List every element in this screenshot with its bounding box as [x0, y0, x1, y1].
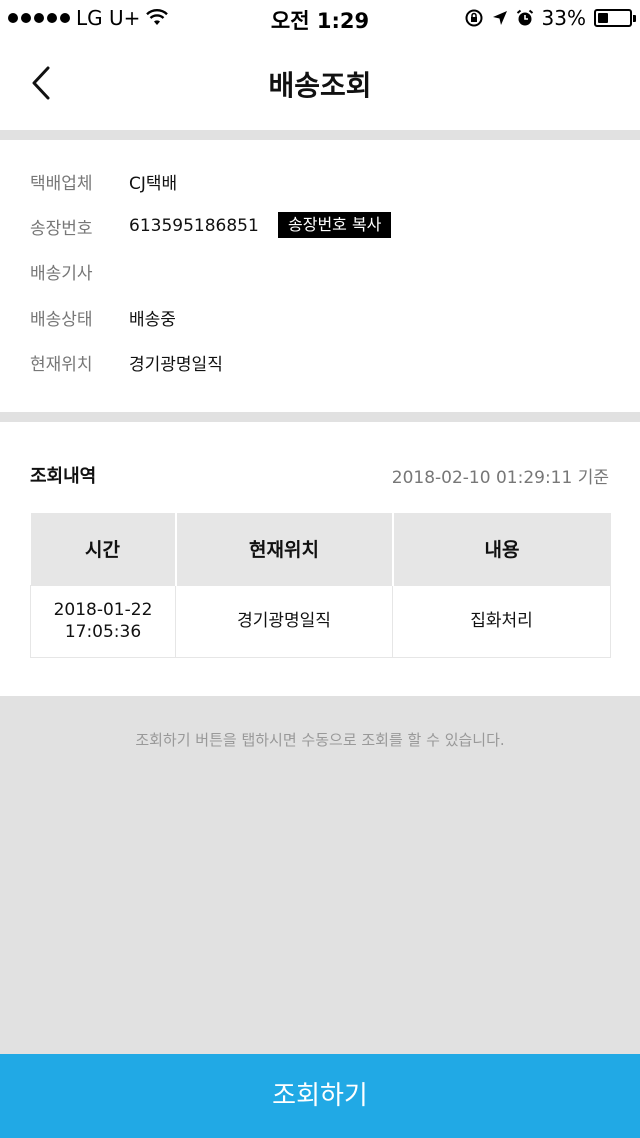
info-value: 경기광명일직: [129, 354, 223, 375]
rotation-lock-icon: [465, 9, 483, 27]
info-value: 613595186851: [129, 216, 259, 236]
location-arrow-icon: [492, 11, 507, 25]
info-label: 배송상태: [30, 309, 93, 330]
history-timestamp: 2018-02-10 01:29:11 기준: [391, 468, 609, 488]
history-title: 조회내역: [30, 466, 97, 487]
info-value: 배송중: [129, 309, 176, 330]
table-header-row: 시간 현재위치 내용: [30, 513, 611, 585]
column-header-location: 현재위치: [175, 513, 394, 585]
copy-tracking-number-button[interactable]: 송장번호 복사: [278, 212, 392, 238]
info-label: 송장번호: [30, 218, 93, 239]
info-row-tracking-number: 송장번호 613595186851: [30, 211, 259, 241]
battery-icon: [594, 9, 636, 27]
info-label: 택배업체: [30, 173, 93, 194]
status-bar: LG U+ 오전 1:29 33%: [0, 0, 640, 36]
chevron-left-icon: [32, 66, 50, 100]
column-header-content: 내용: [392, 513, 611, 585]
history-table: 시간 현재위치 내용 2018-01-22 17:05:36 경기광명일직 집화…: [30, 513, 611, 658]
table-row: 2018-01-22 17:05:36 경기광명일직 집화처리: [30, 584, 611, 658]
wifi-icon: [146, 9, 169, 25]
cell-time-date: 2018-01-22: [53, 599, 153, 620]
info-value: CJ택배: [129, 173, 178, 194]
info-row-status: 배송상태 배송중: [30, 302, 176, 332]
carrier-group: LG U+: [8, 6, 169, 30]
status-right-group: 33%: [464, 6, 636, 30]
tracking-history-panel: 조회내역 2018-02-10 01:29:11 기준 시간 현재위치 내용 2…: [0, 422, 640, 696]
info-label: 현재위치: [30, 354, 93, 375]
delivery-info-panel: 택배업체 CJ택배 송장번호 613595186851 송장번호 복사 배송기사…: [0, 140, 640, 412]
battery-percent: 33%: [541, 6, 586, 30]
cell-content: 집화처리: [392, 584, 611, 658]
carrier-name: LG U+: [76, 6, 141, 30]
refresh-button[interactable]: 조회하기: [0, 1054, 640, 1138]
info-label: 배송기사: [30, 263, 93, 284]
info-row-driver: 배송기사: [30, 256, 129, 286]
battery-fill: [598, 13, 608, 23]
back-button[interactable]: [22, 60, 62, 106]
cell-time: 2018-01-22 17:05:36: [30, 584, 176, 658]
info-row-location: 현재위치 경기광명일직: [30, 347, 223, 377]
manual-refresh-hint: 조회하기 버튼을 탭하시면 수동으로 조회를 할 수 있습니다.: [135, 731, 505, 749]
nav-bar: 배송조회: [0, 36, 640, 130]
info-row-carrier: 택배업체 CJ택배: [30, 166, 177, 196]
alarm-icon: [516, 9, 533, 26]
cell-location: 경기광명일직: [175, 584, 393, 658]
cell-time-clock: 17:05:36: [64, 622, 142, 642]
page-title: 배송조회: [268, 69, 372, 102]
column-header-time: 시간: [30, 513, 177, 585]
signal-dots-icon: [8, 13, 70, 23]
